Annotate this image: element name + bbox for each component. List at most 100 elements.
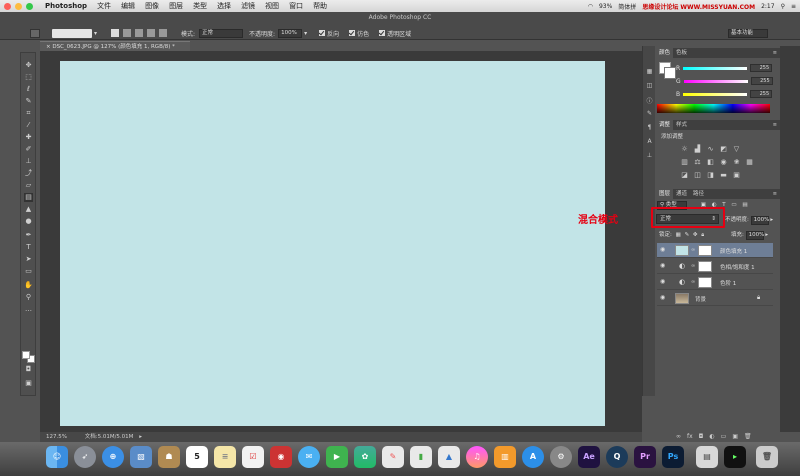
photo-filter-icon[interactable]: ◉ [719, 158, 728, 166]
paragraph-panel-icon[interactable]: ¶ [645, 124, 654, 132]
delete-layer-icon[interactable]: 🗑︎ [744, 433, 752, 441]
brightness-icon[interactable]: ☼ [680, 145, 689, 153]
close-window-button[interactable] [4, 2, 11, 10]
trash-icon[interactable]: 🗑︎ [756, 446, 778, 468]
terminal-icon[interactable]: ▸ [724, 446, 746, 468]
facetime-icon[interactable]: ▶ [326, 446, 348, 468]
contacts-icon[interactable]: ☗ [158, 446, 180, 468]
layer-opacity-input[interactable]: 100% [750, 216, 769, 225]
clock[interactable]: 2:17 [761, 3, 774, 10]
fill-dropdown-icon[interactable]: ▸ [765, 232, 768, 238]
layer-row[interactable]: ◉ 背景 🔒︎ [657, 291, 773, 306]
lock-transparency-icon[interactable]: ▦ [676, 232, 681, 238]
battery-level[interactable]: 93% [599, 3, 612, 10]
link-layers-icon[interactable]: ∞ [676, 433, 681, 441]
workspace-select[interactable]: 基本功能 [728, 28, 768, 38]
layer-name[interactable]: 色相/饱和度 1 [720, 263, 755, 271]
lock-position-icon[interactable]: ✥ [693, 232, 698, 238]
green-value[interactable]: 255 [750, 77, 773, 85]
levels-icon[interactable]: ▟ [693, 145, 702, 153]
quick-select-tool-icon[interactable]: ✎ [24, 97, 33, 106]
layer-name[interactable]: 颜色填充 1 [720, 247, 747, 255]
layers-panel-menu-icon[interactable]: ≡ [773, 191, 777, 197]
premiere-icon[interactable]: Pr [634, 446, 656, 468]
dither-checkbox[interactable] [349, 30, 356, 36]
background-layer-thumbnail[interactable] [675, 293, 689, 304]
healing-brush-tool-icon[interactable]: ✚ [24, 133, 33, 142]
menu-edit[interactable]: 编辑 [121, 1, 135, 11]
menu-select[interactable]: 选择 [217, 1, 231, 11]
move-tool-icon[interactable]: ✥ [24, 61, 33, 70]
gradient-tool-icon[interactable]: ▤ [24, 193, 33, 202]
eye-icon[interactable]: ◉ [660, 247, 667, 253]
marquee-tool-icon[interactable]: ⬚ [24, 73, 33, 82]
menu-help[interactable]: 帮助 [313, 1, 327, 11]
layer-mask-thumbnail[interactable] [698, 277, 712, 288]
layer-name[interactable]: 色阶 1 [720, 279, 736, 287]
layer-mask-thumbnail[interactable] [698, 245, 712, 256]
layer-row[interactable]: ◉ ◐ ∞ 色相/饱和度 1 [657, 259, 773, 274]
quick-mask-icon[interactable]: ◘ [24, 365, 33, 374]
color-lookup-icon[interactable]: ▦ [745, 158, 754, 166]
menu-view[interactable]: 视图 [265, 1, 279, 11]
exposure-icon[interactable]: ◩ [719, 145, 728, 153]
black-white-icon[interactable]: ◧ [706, 158, 715, 166]
green-slider[interactable] [683, 79, 748, 83]
menu-layer[interactable]: 图层 [169, 1, 183, 11]
posterize-icon[interactable]: ◫ [693, 171, 702, 179]
adjust-panel-menu-icon[interactable]: ≡ [773, 122, 777, 128]
tab-channels[interactable]: 通道 [673, 189, 690, 199]
curves-icon[interactable]: ∿ [706, 145, 715, 153]
type-tool-icon[interactable]: T [24, 243, 33, 252]
tab-layers[interactable]: 图层 [656, 189, 674, 199]
edit-toolbar-icon[interactable]: … [24, 305, 33, 314]
blue-slider[interactable] [683, 92, 748, 96]
opacity-input[interactable]: 100% [278, 28, 303, 38]
color-balance-icon[interactable]: ⚖ [693, 158, 702, 166]
launchpad-icon[interactable]: ➶ [74, 446, 96, 468]
app-store-icon[interactable]: A [522, 446, 544, 468]
threshold-icon[interactable]: ◨ [706, 171, 715, 179]
pen-tool-icon[interactable]: ✒ [24, 231, 33, 240]
layer-row[interactable]: ◉ ◐ ∞ 色阶 1 [657, 275, 773, 290]
document-tab[interactable]: × DSC_0623.JPG @ 127% (颜色填充 1, RGB/8) * [40, 41, 190, 51]
eye-icon[interactable]: ◉ [660, 263, 667, 269]
transparency-checkbox[interactable] [379, 30, 386, 36]
list-icon[interactable]: ≡ [791, 3, 796, 10]
brush-panel-icon[interactable]: ✎ [645, 110, 654, 118]
zoom-window-button[interactable] [26, 2, 33, 10]
red-value[interactable]: 255 [750, 64, 773, 72]
adjustment-layer-icon[interactable]: ◐ [679, 278, 685, 286]
diamond-gradient-icon[interactable] [159, 29, 168, 37]
chain-icon[interactable]: ∞ [691, 279, 695, 285]
chain-icon[interactable]: ∞ [691, 247, 695, 253]
photos-icon[interactable]: ✿ [354, 446, 376, 468]
input-method[interactable]: 简体拼 [618, 2, 636, 11]
vibrance-icon[interactable]: ▽ [732, 145, 741, 153]
lock-pixels-icon[interactable]: ✎ [685, 232, 690, 238]
tab-styles[interactable]: 样式 [673, 120, 690, 130]
menu-type[interactable]: 类型 [193, 1, 207, 11]
foreground-color-swatch[interactable] [22, 351, 30, 359]
info-panel-icon[interactable]: ⓘ [645, 96, 654, 105]
keynote-icon[interactable]: ▲ [438, 446, 460, 468]
status-menu-icon[interactable]: ▸ [139, 434, 142, 440]
photo-booth-icon[interactable]: ◉ [270, 446, 292, 468]
path-select-tool-icon[interactable]: ➤ [24, 255, 33, 264]
lock-all-icon[interactable]: 🔒︎ [701, 232, 704, 238]
clone-stamp-tool-icon[interactable]: ⊥ [24, 157, 33, 166]
adjustment-layer-icon[interactable]: ◐ [679, 262, 685, 270]
messages-icon[interactable]: ✉ [298, 446, 320, 468]
document-stack-icon[interactable]: ▤ [696, 446, 718, 468]
history-panel-icon[interactable]: ▦ [645, 68, 654, 76]
numbers-icon[interactable]: ▮ [410, 446, 432, 468]
safari-icon[interactable]: ⊕ [102, 446, 124, 468]
eyedropper-tool-icon[interactable]: ⁄ [24, 121, 33, 130]
color-background-swatch[interactable] [664, 67, 676, 79]
reverse-checkbox[interactable] [319, 30, 326, 36]
document-canvas[interactable] [60, 61, 605, 426]
menu-image[interactable]: 图像 [145, 1, 159, 11]
tab-paths[interactable]: 路径 [690, 189, 707, 199]
radial-gradient-icon[interactable] [123, 29, 132, 37]
fill-input[interactable]: 100% [745, 231, 764, 240]
